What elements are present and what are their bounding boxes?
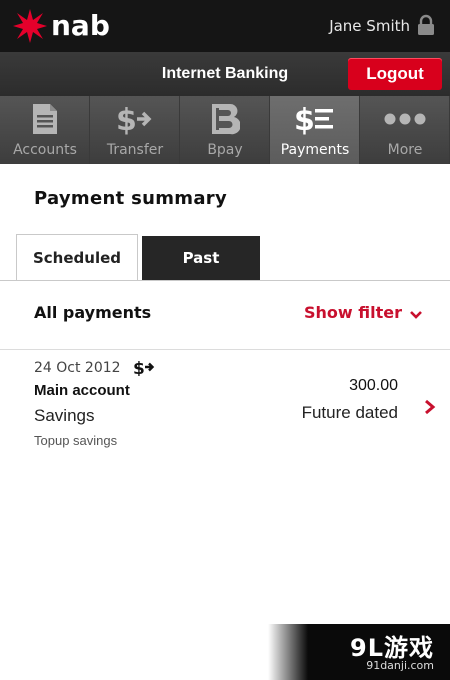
user-name: Jane Smith (329, 17, 410, 35)
bpay-icon (212, 103, 240, 135)
show-filter-label: Show filter (304, 303, 402, 322)
payment-status: Future dated (301, 403, 398, 422)
payment-row[interactable]: 24 Oct 2012 $ Main account Savings Topup… (0, 350, 450, 454)
tabs-divider (0, 280, 450, 281)
nav-label-bpay: Bpay (207, 142, 243, 158)
tab-scheduled[interactable]: Scheduled (16, 234, 138, 281)
payment-description: Topup savings (34, 433, 118, 448)
tab-past[interactable]: Past (142, 236, 260, 280)
nav-label-accounts: Accounts (13, 142, 77, 158)
brand-name: nab (51, 9, 110, 42)
svg-text:$: $ (133, 359, 145, 376)
more-dots-icon (384, 113, 426, 125)
all-payments-heading: All payments (34, 303, 152, 322)
lock-icon (418, 14, 434, 35)
dollar-list-icon: $ (294, 103, 333, 136)
nav-item-payments[interactable]: $ Payments (270, 96, 360, 164)
internet-banking-bar: Internet Banking Logout (0, 52, 450, 96)
nav-item-accounts[interactable]: Accounts (0, 96, 90, 164)
watermark: 9L游戏 91danji.com (268, 624, 450, 680)
payment-account-type: Savings (34, 406, 95, 425)
svg-text:$: $ (116, 103, 137, 136)
page-title: Payment summary (34, 188, 227, 209)
nav-item-more[interactable]: More (360, 96, 450, 164)
top-bar: nab Jane Smith (0, 0, 450, 52)
payment-account: Main account (34, 382, 130, 399)
logout-button[interactable]: Logout (348, 58, 442, 90)
watermark-url: 91danji.com (366, 659, 434, 672)
chevron-down-icon (410, 310, 422, 319)
nav-label-transfer: Transfer (106, 142, 164, 158)
main-nav: Accounts $ Transfer Bpay $ Payments More (0, 96, 450, 164)
chevron-right-icon[interactable] (424, 399, 436, 415)
nab-star-icon (13, 9, 47, 43)
document-icon (33, 104, 57, 134)
payment-date: 24 Oct 2012 (34, 360, 121, 376)
payment-amount: 300.00 (349, 377, 398, 394)
watermark-logo: 9L游戏 (350, 634, 434, 662)
nav-label-payments: Payments (280, 142, 350, 158)
svg-text:$: $ (294, 103, 315, 136)
transfer-icon: $ (133, 359, 155, 376)
dollar-arrow-icon: $ (116, 103, 152, 136)
show-filter-button[interactable]: Show filter (304, 303, 422, 322)
nab-logo[interactable]: nab (12, 8, 110, 44)
nav-label-more: More (387, 142, 423, 158)
nav-item-transfer[interactable]: $ Transfer (90, 96, 180, 164)
nav-item-bpay[interactable]: Bpay (180, 96, 270, 164)
